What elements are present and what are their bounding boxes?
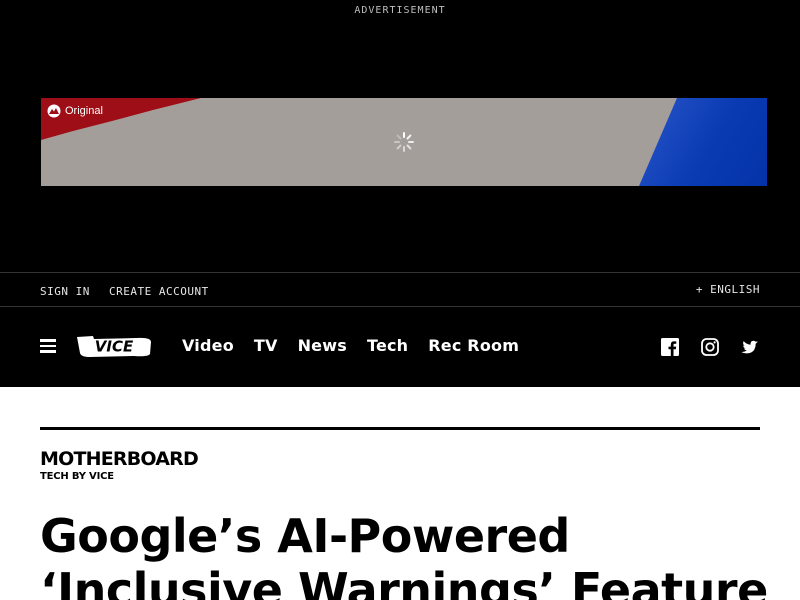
ad-banner[interactable]: Original <box>41 98 767 186</box>
vice-logo[interactable]: VICE <box>76 334 152 358</box>
ad-blue-shape <box>639 98 767 186</box>
hamburger-menu-icon[interactable] <box>40 339 56 353</box>
paramount-icon <box>47 104 61 118</box>
motherboard-logo[interactable]: MOTHERBOARD <box>40 448 199 470</box>
account-bar: SIGN IN CREATE ACCOUNT + ENGLISH <box>0 272 800 307</box>
nav-link-rec-room[interactable]: Rec Room <box>428 336 519 355</box>
instagram-icon[interactable] <box>701 338 719 356</box>
loading-spinner-icon <box>394 132 414 152</box>
svg-text:VICE: VICE <box>95 338 134 356</box>
nav-link-video[interactable]: Video <box>182 336 234 355</box>
twitter-icon[interactable] <box>740 338 761 356</box>
section-divider <box>40 427 760 430</box>
article-headline: Google’s AI-Powered ‘Inclusive Warnings’… <box>40 509 768 600</box>
ad-region: ADVERTISEMENT Original <box>0 0 800 272</box>
ad-brand-text: Original <box>65 105 103 117</box>
main-nav: VICE Video TV News Tech Rec Room <box>0 307 800 387</box>
language-selector[interactable]: + ENGLISH <box>696 283 760 296</box>
ad-brand: Original <box>47 104 103 118</box>
facebook-icon[interactable] <box>661 338 679 356</box>
sign-in-link[interactable]: SIGN IN <box>40 285 90 298</box>
section-tagline: TECH BY VICE <box>40 471 114 482</box>
nav-link-tv[interactable]: TV <box>254 336 278 355</box>
ad-label: ADVERTISEMENT <box>354 5 446 16</box>
primary-nav: Video TV News Tech Rec Room <box>182 336 539 355</box>
nav-link-news[interactable]: News <box>298 336 347 355</box>
nav-link-tech[interactable]: Tech <box>367 336 408 355</box>
create-account-link[interactable]: CREATE ACCOUNT <box>109 285 209 298</box>
article-content: MOTHERBOARD TECH BY VICE Google’s AI-Pow… <box>0 387 800 600</box>
